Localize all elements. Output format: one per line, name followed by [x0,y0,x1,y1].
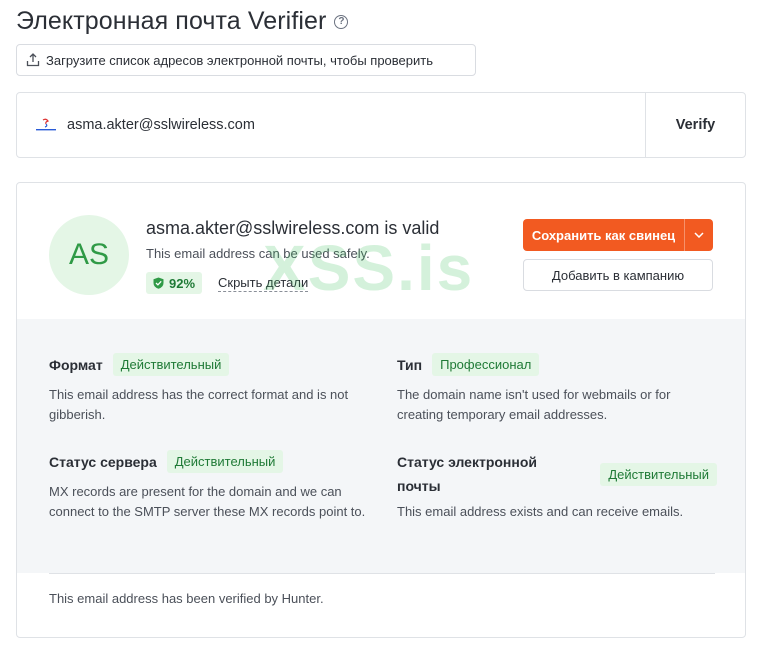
save-as-lead-button[interactable]: Сохранить как свинец [523,219,684,251]
result-subtitle: This email address can be used safely. [146,246,370,261]
status-badge: Действительный [600,462,717,486]
upload-list-button[interactable]: Загрузите список адресов электронной поч… [16,44,476,76]
result-card: AS asma.akter@sslwireless.com is valid T… [16,182,746,638]
result-header: AS asma.akter@sslwireless.com is valid T… [17,183,745,319]
status-badge: Действительный [166,450,284,473]
watermark: XSS.is [263,232,475,304]
check-server-status: Статус сервера Действительный MX records… [49,450,369,522]
verify-button[interactable]: Verify [645,93,745,157]
avatar: AS [49,215,129,295]
verified-by-note: This email address has been verified by … [49,591,324,606]
check-format: Формат Действительный This email address… [49,353,369,425]
check-email-status: Статус электронной почты Действительный … [397,450,717,522]
email-input-wrapper [17,93,645,157]
check-description: MX records are present for the domain an… [49,484,366,519]
hide-details-link[interactable]: Скрыть детали [218,275,309,292]
question-circle-icon[interactable]: ? [334,15,349,29]
page-header: Электронная почта Verifier ? [16,6,349,36]
check-label: Статус сервера [49,453,157,470]
score-value: 92% [169,275,196,291]
chevron-down-icon [694,232,704,238]
status-badge: Действительный [112,353,230,376]
checks-panel: Формат Действительный This email address… [17,319,745,573]
check-label: Тип [397,356,423,373]
check-description: This email address has the correct forma… [49,387,349,422]
check-description: This email address exists and can receiv… [397,504,684,519]
check-description: The domain name isn't used for webmails … [397,387,671,422]
shield-check-icon [153,277,164,289]
status-badge: Профессионал [432,353,540,376]
add-to-campaign-button[interactable]: Добавить в кампанию [523,259,713,291]
footer-divider [49,573,715,574]
score-badge: 92% [146,272,203,294]
upload-icon [26,53,40,67]
upload-list-label: Загрузите список адресов электронной поч… [46,52,433,68]
check-label: Формат [49,356,103,373]
check-label: Статус электронной почты [397,454,537,494]
page-title: Электронная почта Verifier [16,6,327,35]
email-input[interactable] [67,117,627,133]
verify-form: Verify [16,92,746,158]
company-logo [36,118,56,131]
result-title: asma.akter@sslwireless.com is valid [146,218,440,238]
check-type: Тип Профессионал The domain name isn't u… [397,353,717,425]
save-lead-dropdown-button[interactable] [684,219,713,251]
save-lead-button-group: Сохранить как свинец [523,219,713,251]
